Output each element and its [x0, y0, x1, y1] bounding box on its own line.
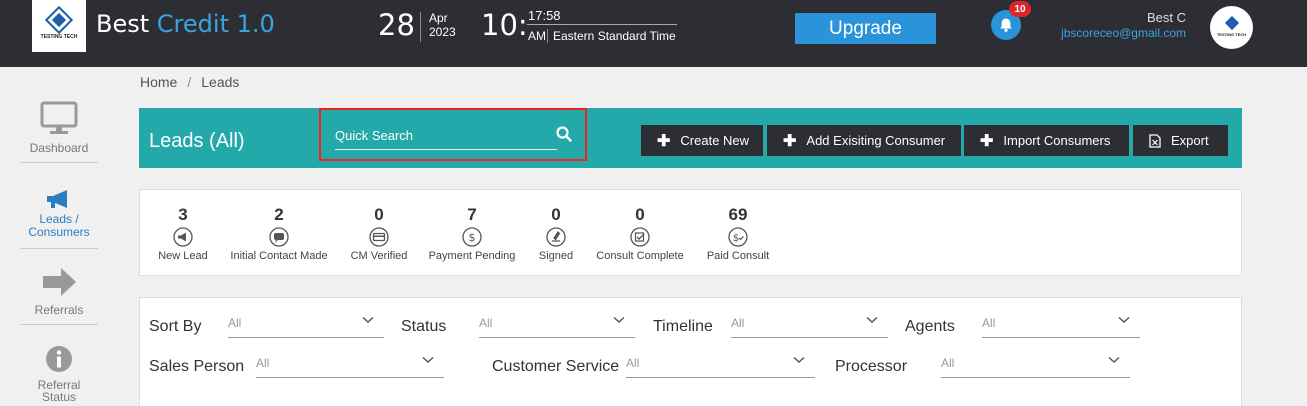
bell-icon	[1000, 18, 1012, 32]
sidebar-item-label: Referrals	[34, 303, 84, 317]
leads-header: Leads (All) ✚Create New ✚Add Exisiting C…	[139, 108, 1242, 168]
pen-icon	[546, 227, 566, 247]
export-file-icon	[1149, 133, 1161, 148]
app-title: Best Credit 1.0	[96, 10, 275, 38]
dollar-check-icon: $	[728, 227, 748, 247]
card-icon	[369, 227, 389, 247]
date-month-year: Apr 2023	[429, 11, 456, 39]
customer-service-label: Customer Service	[492, 358, 620, 375]
monitor-icon	[40, 101, 78, 134]
sidebar-item-label: Dashboard	[29, 141, 89, 155]
sort-by-select[interactable]: All	[228, 314, 384, 338]
svg-text:$: $	[733, 233, 739, 244]
sidebar-item-referrals[interactable]: Referrals	[20, 267, 98, 325]
status-select[interactable]: All	[479, 314, 635, 338]
export-button[interactable]: Export	[1133, 125, 1228, 156]
processor-select[interactable]: All	[941, 354, 1130, 378]
brand-prefix: Best	[96, 10, 150, 38]
chevron-down-icon	[866, 316, 878, 323]
dollar-icon: $	[462, 227, 482, 247]
sidebar: Dashboard Leads / Consumers Referrals Re…	[0, 67, 118, 406]
chevron-down-icon	[362, 316, 374, 323]
quick-search-box	[319, 108, 587, 161]
page-title: Leads (All)	[149, 130, 245, 152]
chevron-down-icon	[793, 356, 805, 363]
date-month: Apr	[429, 11, 448, 25]
brand-accent: Credit 1.0	[156, 10, 275, 38]
plus-icon: ✚	[657, 132, 671, 150]
chevron-down-icon	[1118, 316, 1130, 323]
sales-person-select[interactable]: All	[256, 354, 444, 378]
avatar[interactable]: TESTING TECH	[1210, 6, 1253, 49]
user-name[interactable]: Best C	[1100, 10, 1186, 25]
megaphone-icon	[47, 190, 67, 208]
status-label: Status	[401, 318, 447, 335]
chat-icon	[269, 227, 289, 247]
sidebar-item-leads-consumers[interactable]: Leads / Consumers	[20, 189, 98, 249]
chevron-down-icon	[1108, 356, 1120, 363]
stat-cm-verified[interactable]: 0 CM Verified	[348, 205, 410, 262]
breadcrumb-home[interactable]: Home	[140, 74, 177, 90]
filters-panel: Sort By All Status All Timeline All Agen…	[139, 297, 1242, 406]
agents-label: Agents	[905, 318, 955, 335]
upgrade-button[interactable]: Upgrade	[795, 13, 936, 44]
sales-person-label: Sales Person	[149, 358, 245, 375]
sidebar-item-label: Leads / Consumers	[28, 212, 90, 239]
svg-text:$: $	[469, 231, 476, 244]
stat-initial-contact-made[interactable]: 2 Initial Contact Made	[228, 205, 330, 262]
breadcrumb-current: Leads	[201, 74, 240, 90]
create-new-button[interactable]: ✚ Create New	[641, 125, 763, 156]
import-consumers-button[interactable]: ✚ Import Consumers	[964, 125, 1129, 156]
arrow-right-icon	[43, 268, 76, 296]
agents-select[interactable]: All	[982, 314, 1140, 338]
user-email[interactable]: jbscoreceo@gmail.com	[1040, 26, 1186, 40]
date-day: 28	[378, 8, 415, 42]
chevron-down-icon	[422, 356, 434, 363]
company-logo[interactable]: TESTING TECH	[32, 0, 86, 52]
date-divider	[420, 12, 421, 42]
sidebar-item-dashboard[interactable]: Dashboard	[20, 101, 98, 163]
time-divider	[527, 24, 677, 25]
plus-icon: ✚	[980, 132, 994, 150]
stat-payment-pending[interactable]: 7 $ Payment Pending	[426, 205, 518, 262]
stat-new-lead[interactable]: 3 New Lead	[154, 205, 212, 262]
breadcrumb: Home / Leads	[140, 74, 239, 90]
notification-badge: 10	[1009, 1, 1031, 17]
add-existing-consumer-button[interactable]: ✚ Add Exisiting Consumer	[767, 125, 961, 156]
megaphone-icon	[173, 227, 193, 247]
breadcrumb-separator: /	[187, 74, 192, 90]
time-hour: 10:	[481, 8, 528, 42]
search-icon[interactable]	[556, 126, 572, 142]
search-input[interactable]	[335, 122, 557, 150]
info-icon	[46, 346, 72, 372]
timeline-select[interactable]: All	[731, 314, 888, 338]
stat-consult-complete[interactable]: 0 Consult Complete	[594, 205, 686, 262]
plus-icon: ✚	[783, 132, 797, 150]
sort-by-label: Sort By	[149, 318, 202, 335]
lead-status-summary: 3 New Lead 2 Initial Contact Made 0 CM V…	[139, 189, 1242, 276]
chevron-down-icon	[613, 316, 625, 323]
time-ampm: AM	[528, 29, 546, 43]
timeline-label: Timeline	[653, 318, 713, 335]
top-bar: TESTING TECH Best Credit 1.0 28 Apr 2023…	[0, 0, 1307, 67]
processor-label: Processor	[835, 358, 908, 375]
timezone: Eastern Standard Time	[547, 29, 676, 43]
sidebar-item-label: Referral Status	[37, 378, 81, 404]
stat-signed[interactable]: 0 Signed	[534, 205, 578, 262]
sidebar-item-referral-status[interactable]: Referral Status	[20, 345, 98, 406]
time-minutes: 17:58	[528, 8, 561, 23]
customer-service-select[interactable]: All	[626, 354, 815, 378]
stat-paid-consult[interactable]: 69 $ Paid Consult	[702, 205, 774, 262]
checkbox-icon	[630, 227, 650, 247]
date-year: 2023	[429, 25, 456, 39]
